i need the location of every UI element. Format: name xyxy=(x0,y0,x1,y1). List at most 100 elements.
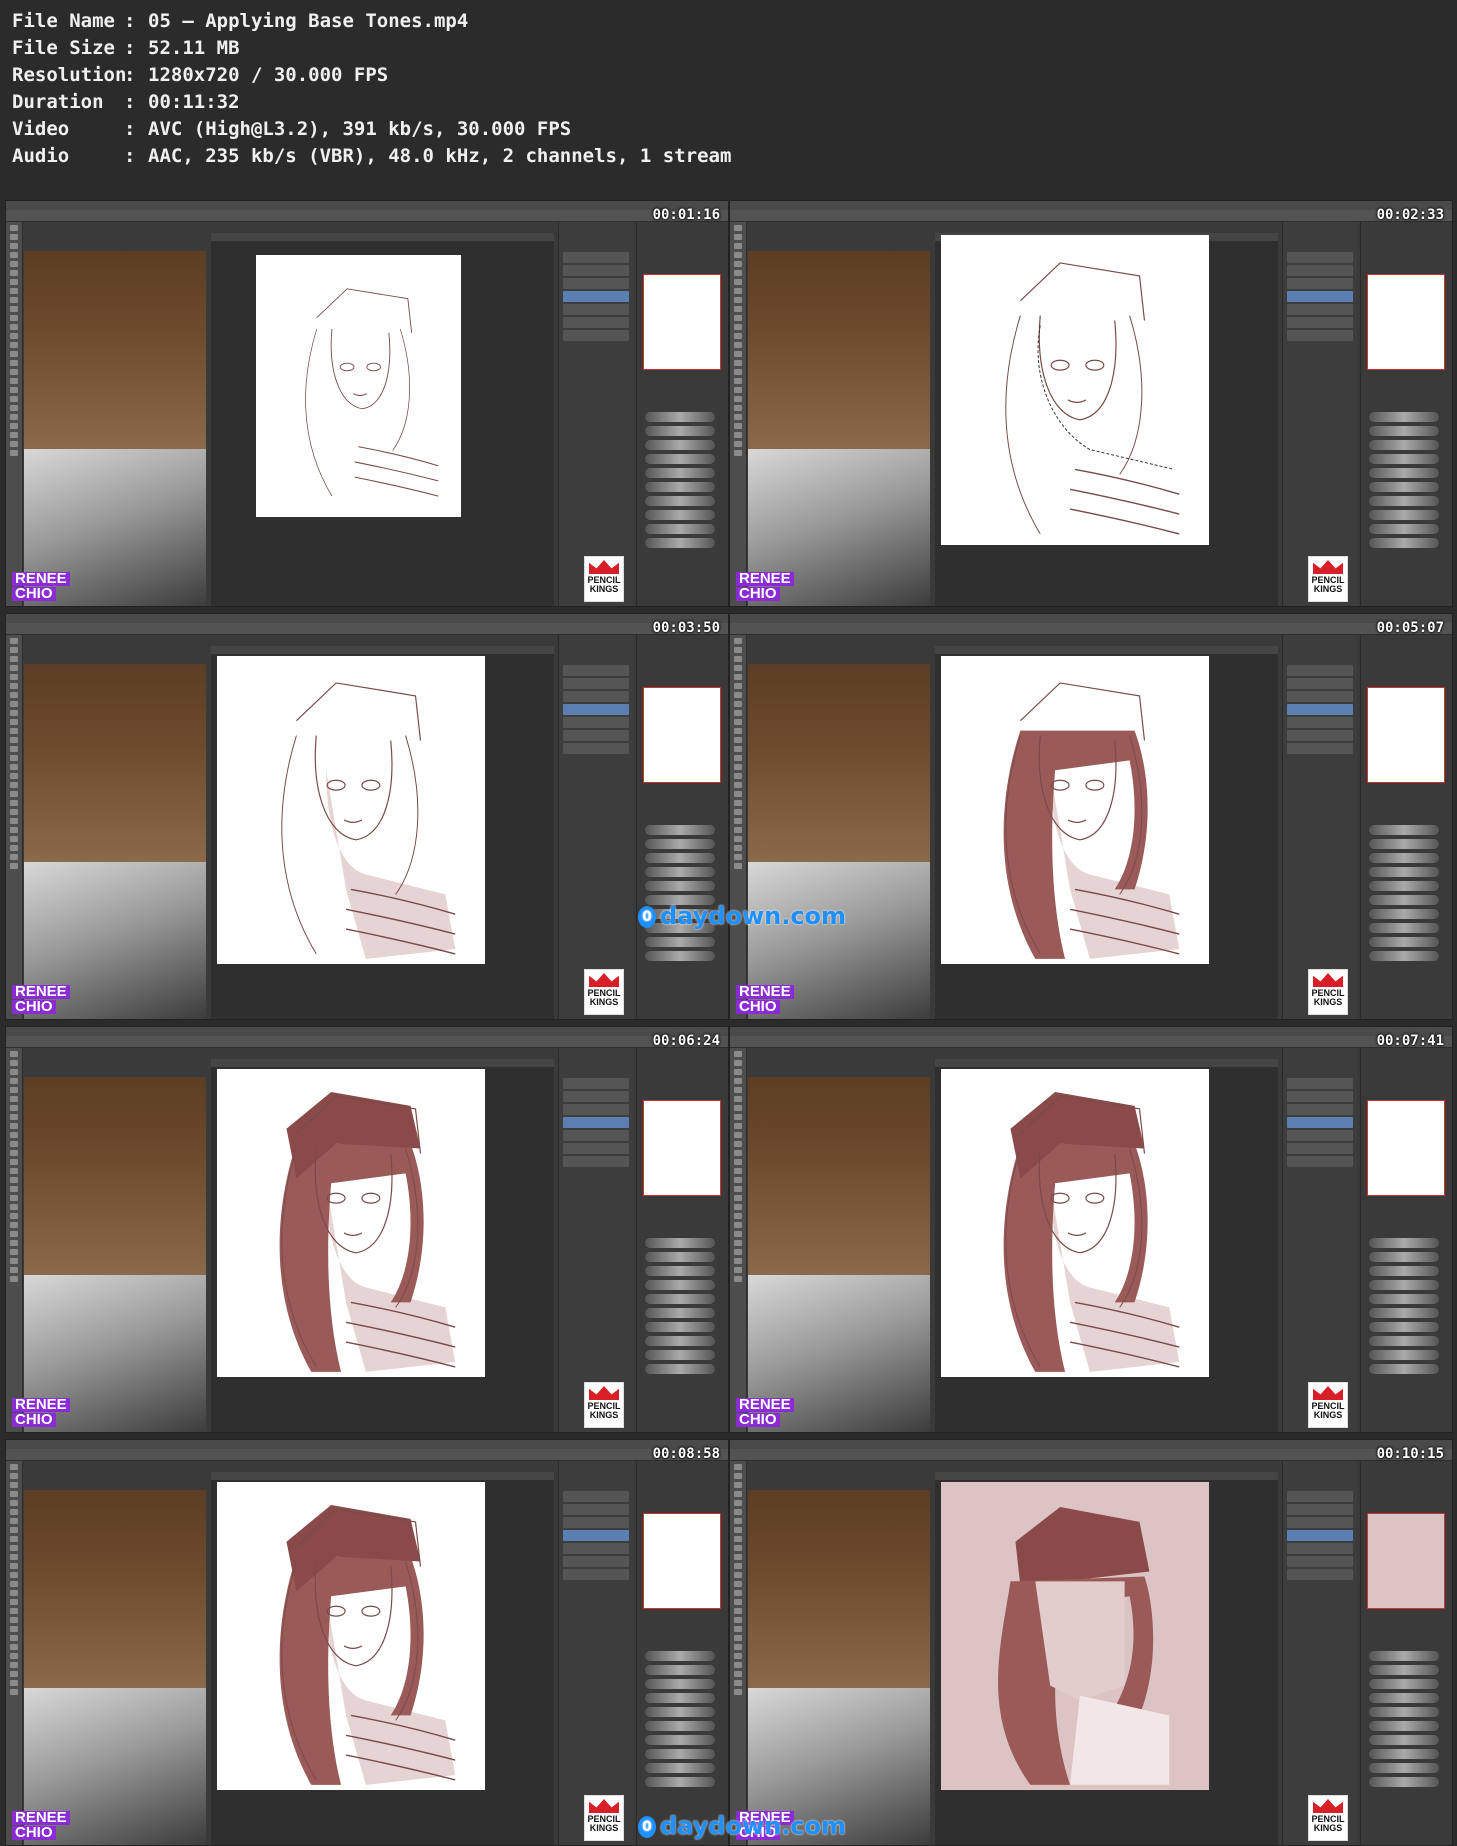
tool-icon[interactable] xyxy=(10,638,18,644)
layer-row[interactable] xyxy=(563,1130,629,1141)
document-window[interactable] xyxy=(935,646,1278,1019)
brush-preset[interactable] xyxy=(645,1707,715,1717)
navigator-panel[interactable] xyxy=(1360,1461,1452,1845)
brush-preset[interactable] xyxy=(1369,839,1439,849)
brush-preset[interactable] xyxy=(645,951,715,961)
layer-row[interactable] xyxy=(1287,1504,1353,1515)
tool-icon[interactable] xyxy=(10,800,18,806)
tool-icon[interactable] xyxy=(734,1482,742,1488)
options-bar[interactable] xyxy=(730,623,1452,635)
layer-row[interactable] xyxy=(1287,265,1353,276)
tools-panel[interactable] xyxy=(730,1048,747,1432)
tool-icon[interactable] xyxy=(734,1599,742,1605)
layer-row[interactable] xyxy=(563,1156,629,1167)
tool-icon[interactable] xyxy=(734,324,742,330)
layer-row[interactable] xyxy=(563,1091,629,1102)
document-window[interactable] xyxy=(935,233,1278,606)
tool-icon[interactable] xyxy=(10,656,18,662)
tool-icon[interactable] xyxy=(734,1231,742,1237)
brush-preset[interactable] xyxy=(645,1322,715,1332)
navigator-panel[interactable] xyxy=(1360,222,1452,606)
tool-icon[interactable] xyxy=(734,450,742,456)
tool-icon[interactable] xyxy=(10,1680,18,1686)
tool-icon[interactable] xyxy=(734,1249,742,1255)
brush-preset[interactable] xyxy=(1369,440,1439,450)
layer-row[interactable] xyxy=(563,291,629,302)
brush-preset[interactable] xyxy=(645,1665,715,1675)
tool-icon[interactable] xyxy=(734,1617,742,1623)
brush-preset[interactable] xyxy=(1369,1777,1439,1787)
layer-row[interactable] xyxy=(563,252,629,263)
navigator-panel[interactable] xyxy=(1360,635,1452,1019)
layer-row[interactable] xyxy=(1287,1117,1353,1128)
tool-icon[interactable] xyxy=(734,818,742,824)
layer-row[interactable] xyxy=(563,730,629,741)
navigator-preview[interactable] xyxy=(1367,1100,1445,1196)
tool-icon[interactable] xyxy=(10,1464,18,1470)
layer-row[interactable] xyxy=(1287,1530,1353,1541)
tool-icon[interactable] xyxy=(734,1653,742,1659)
tool-icon[interactable] xyxy=(10,396,18,402)
brush-preset[interactable] xyxy=(645,1777,715,1787)
tool-icon[interactable] xyxy=(734,1096,742,1102)
tool-icon[interactable] xyxy=(10,1635,18,1641)
tool-icon[interactable] xyxy=(10,1653,18,1659)
options-bar[interactable] xyxy=(6,210,728,222)
tool-icon[interactable] xyxy=(10,710,18,716)
brush-preset[interactable] xyxy=(1369,1665,1439,1675)
brush-preset[interactable] xyxy=(645,1364,715,1374)
tool-icon[interactable] xyxy=(734,755,742,761)
document-tab[interactable] xyxy=(211,646,554,654)
tools-panel[interactable] xyxy=(730,635,747,1019)
canvas[interactable] xyxy=(217,656,485,964)
layer-row[interactable] xyxy=(1287,1143,1353,1154)
menu-bar[interactable] xyxy=(730,1027,1452,1036)
tool-icon[interactable] xyxy=(10,324,18,330)
tool-icon[interactable] xyxy=(734,836,742,842)
tools-panel[interactable] xyxy=(730,222,747,606)
tool-icon[interactable] xyxy=(10,1527,18,1533)
brush-preset[interactable] xyxy=(1369,1238,1439,1248)
brush-preset[interactable] xyxy=(1369,538,1439,548)
tool-icon[interactable] xyxy=(734,1204,742,1210)
tool-icon[interactable] xyxy=(734,306,742,312)
tool-icon[interactable] xyxy=(10,1518,18,1524)
brush-preset[interactable] xyxy=(645,1693,715,1703)
menu-bar[interactable] xyxy=(6,1027,728,1036)
tool-icon[interactable] xyxy=(10,1626,18,1632)
layer-row[interactable] xyxy=(1287,1491,1353,1502)
tool-icon[interactable] xyxy=(10,854,18,860)
tool-icon[interactable] xyxy=(10,1563,18,1569)
brush-preset[interactable] xyxy=(1369,496,1439,506)
tool-icon[interactable] xyxy=(10,818,18,824)
brush-preset[interactable] xyxy=(1369,1693,1439,1703)
tool-icon[interactable] xyxy=(10,1114,18,1120)
brush-preset[interactable] xyxy=(1369,825,1439,835)
document-tab[interactable] xyxy=(935,1472,1278,1480)
brush-preset[interactable] xyxy=(1369,1707,1439,1717)
tool-icon[interactable] xyxy=(734,1590,742,1596)
tool-icon[interactable] xyxy=(10,836,18,842)
layer-row[interactable] xyxy=(563,304,629,315)
tools-panel[interactable] xyxy=(6,1461,23,1845)
navigator-preview[interactable] xyxy=(643,1513,721,1609)
brush-preset[interactable] xyxy=(645,426,715,436)
layers-panel[interactable] xyxy=(558,1461,633,1845)
tool-icon[interactable] xyxy=(734,809,742,815)
tool-icon[interactable] xyxy=(10,279,18,285)
tool-icon[interactable] xyxy=(10,450,18,456)
tool-icon[interactable] xyxy=(10,315,18,321)
video-thumbnail[interactable]: 00:08:58 RENEE CHIO PENCIL KINGS xyxy=(5,1439,729,1846)
tool-icon[interactable] xyxy=(734,773,742,779)
layer-row[interactable] xyxy=(1287,1078,1353,1089)
layer-row[interactable] xyxy=(1287,317,1353,328)
brush-preset[interactable] xyxy=(645,937,715,947)
tool-icon[interactable] xyxy=(734,387,742,393)
brush-preset[interactable] xyxy=(1369,1735,1439,1745)
tool-icon[interactable] xyxy=(10,1545,18,1551)
tool-icon[interactable] xyxy=(10,1482,18,1488)
tool-icon[interactable] xyxy=(10,333,18,339)
tool-icon[interactable] xyxy=(734,1267,742,1273)
tool-icon[interactable] xyxy=(10,243,18,249)
tools-panel[interactable] xyxy=(6,222,23,606)
